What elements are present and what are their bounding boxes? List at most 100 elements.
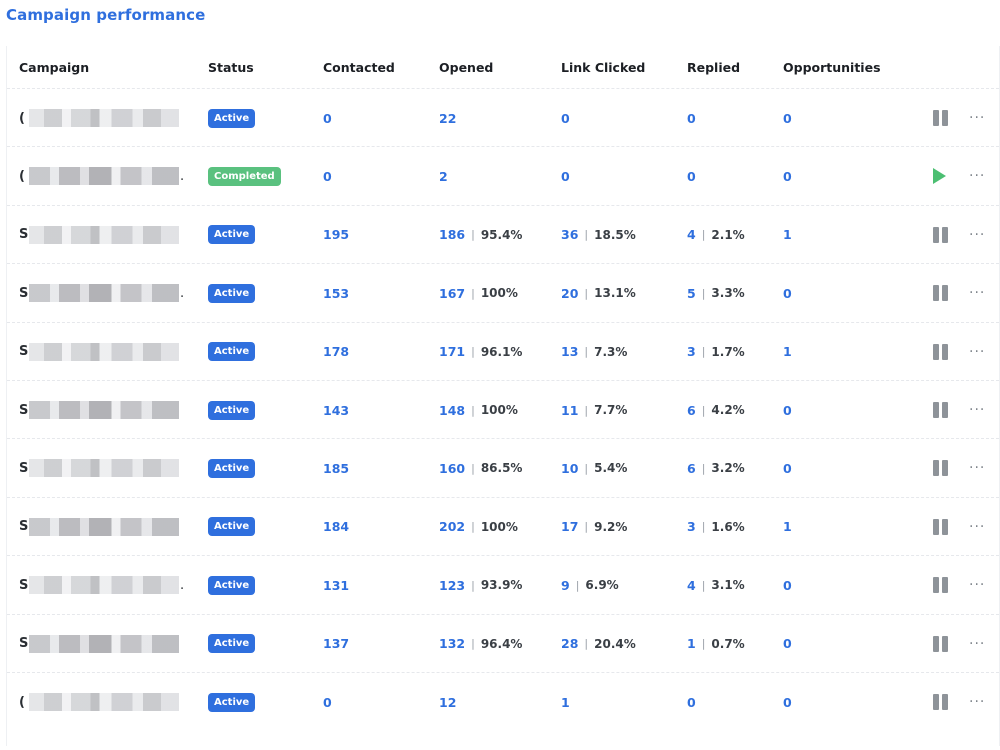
campaign-name-cell[interactable]: S . <box>19 264 184 322</box>
campaign-name-cell[interactable]: ( . <box>19 147 184 205</box>
campaign-name-cell[interactable]: ( <box>19 89 180 147</box>
contacted-count: 195 <box>323 227 350 243</box>
campaign-name-cell[interactable]: ( <box>19 673 180 731</box>
header-opened[interactable]: Opened <box>439 60 493 75</box>
header-link-clicked[interactable]: Link Clicked <box>561 60 645 75</box>
table-row[interactable]: S Active 184 202 | 100% 17 | 9.2% 3 | 1.6% 1 <box>7 496 999 556</box>
pause-icon[interactable] <box>933 694 948 710</box>
separator: | <box>471 286 475 300</box>
more-options-icon[interactable]: ··· <box>969 285 985 301</box>
pause-icon[interactable] <box>933 635 948 652</box>
clicked-count: 20 <box>561 285 579 301</box>
table-row[interactable]: S . Active 131 123 | 93.9% 9 | 6.9% 4 | 3.1% 0 <box>7 555 999 614</box>
contacted-count: 0 <box>323 694 332 710</box>
table-row[interactable]: ( Active 0 22 0 0 0 ··· <box>7 88 999 147</box>
campaign-name-initial: S <box>19 344 29 360</box>
replied-cell: 4 | 2.1% <box>687 206 745 264</box>
redacted-campaign-name <box>29 284 179 303</box>
header-status[interactable]: Status <box>208 60 254 75</box>
pause-icon[interactable] <box>933 577 948 594</box>
contacted-count: 0 <box>323 110 332 126</box>
opportunities-count: 0 <box>783 110 792 126</box>
campaign-name-cell[interactable]: S <box>19 439 180 497</box>
table-row[interactable]: S Active 195 186 | 95.4% 36 | 18.5% 4 | 2.1% 1 <box>7 204 999 264</box>
pause-icon[interactable] <box>933 518 948 535</box>
table-row[interactable]: S . Active 153 167 | 100% 20 | 13.1% 5 | 3.3% … <box>7 263 999 322</box>
pause-icon[interactable] <box>933 343 948 360</box>
more-options-icon[interactable]: ··· <box>969 636 985 652</box>
more-options-icon[interactable]: ··· <box>969 402 985 418</box>
more-options-icon[interactable]: ··· <box>969 460 985 476</box>
more-options-icon[interactable]: ··· <box>969 227 985 243</box>
pause-icon[interactable] <box>933 110 948 126</box>
contacted-cell: 137 <box>323 615 349 673</box>
contacted-count: 131 <box>323 577 350 593</box>
header-campaign[interactable]: Campaign <box>19 60 89 75</box>
more-options-icon[interactable]: ··· <box>969 344 985 360</box>
more-options-icon[interactable]: ··· <box>969 694 985 710</box>
table-row[interactable]: ( Active 0 12 1 0 0 ··· <box>7 672 999 731</box>
opened-count: 202 <box>439 519 466 535</box>
separator: | <box>575 578 580 592</box>
contacted-cell: 0 <box>323 89 332 147</box>
status-cell: Active <box>208 264 256 322</box>
campaign-name-cell[interactable]: S . <box>19 556 184 614</box>
table-row[interactable]: S Active 143 148 | 100% 11 | 7.7% 6 | 4.2% 0 <box>7 380 999 439</box>
opened-count: 186 <box>439 227 466 243</box>
opportunities-cell: 0 <box>783 147 792 205</box>
campaign-name-trailing: . <box>180 577 185 593</box>
replied-cell: 3 | 1.7% <box>687 323 745 381</box>
pause-icon[interactable] <box>933 285 948 302</box>
more-options-icon[interactable]: ··· <box>969 168 985 184</box>
clicked-count: 9 <box>561 577 570 593</box>
opened-percent: 96.1% <box>480 344 523 359</box>
replied-cell: 3 | 1.6% <box>687 498 745 556</box>
pause-icon[interactable] <box>933 460 948 477</box>
header-opportunities[interactable]: Opportunities <box>783 60 881 75</box>
redacted-campaign-name <box>29 109 179 127</box>
campaign-name-cell[interactable]: S <box>19 381 180 439</box>
status-cell: Completed <box>208 147 281 205</box>
campaign-name-cell[interactable]: S <box>19 206 180 264</box>
opened-cell: 12 <box>439 673 456 731</box>
replied-cell: 0 <box>687 89 696 147</box>
table-row[interactable]: S Active 137 132 | 96.4% 28 | 20.4% 1 | 0.7% 0 <box>7 613 999 673</box>
opportunities-cell: 0 <box>783 89 792 147</box>
table-row[interactable]: S Active 185 160 | 86.5% 10 | 5.4% 6 | 3.2% 0 <box>7 438 999 497</box>
opened-count: 132 <box>439 636 466 652</box>
redacted-campaign-name <box>29 225 179 244</box>
separator: | <box>584 637 589 651</box>
status-cell: Active <box>208 498 256 556</box>
clicked-count: 11 <box>561 402 579 418</box>
more-options-icon[interactable]: ··· <box>969 110 985 126</box>
pause-icon[interactable] <box>933 402 948 418</box>
separator: | <box>701 286 706 300</box>
clicked-percent: 7.7% <box>594 403 628 417</box>
header-replied[interactable]: Replied <box>687 60 740 75</box>
campaign-name-cell[interactable]: S <box>19 323 180 381</box>
redacted-campaign-name <box>29 342 179 361</box>
clicked-cell: 11 | 7.7% <box>561 381 627 439</box>
replied-percent: 0.7% <box>711 636 745 651</box>
contacted-cell: 153 <box>323 264 349 322</box>
action-cell <box>933 556 948 614</box>
pause-icon[interactable] <box>933 226 948 243</box>
opportunities-cell: 0 <box>783 264 792 322</box>
separator: | <box>471 345 475 359</box>
more-options-icon[interactable]: ··· <box>969 519 985 535</box>
table-row[interactable]: ( . Completed 0 2 0 0 0 ··· <box>7 146 999 205</box>
clicked-count: 0 <box>561 168 570 184</box>
status-badge: Active <box>208 225 256 245</box>
replied-percent: 2.1% <box>711 227 745 242</box>
opened-count: 12 <box>439 694 457 710</box>
campaign-name-initial: S <box>19 402 29 418</box>
play-icon[interactable] <box>933 168 946 185</box>
redacted-campaign-name <box>29 634 179 653</box>
header-contacted[interactable]: Contacted <box>323 60 395 75</box>
campaign-name-cell[interactable]: S <box>19 615 180 673</box>
opened-cell: 148 | 100% <box>439 381 518 439</box>
campaign-name-cell[interactable]: S <box>19 498 180 556</box>
table-row[interactable]: S Active 178 171 | 96.1% 13 | 7.3% 3 | 1.7% 1 <box>7 321 999 381</box>
action-cell <box>933 673 948 731</box>
more-options-icon[interactable]: ··· <box>969 577 985 593</box>
